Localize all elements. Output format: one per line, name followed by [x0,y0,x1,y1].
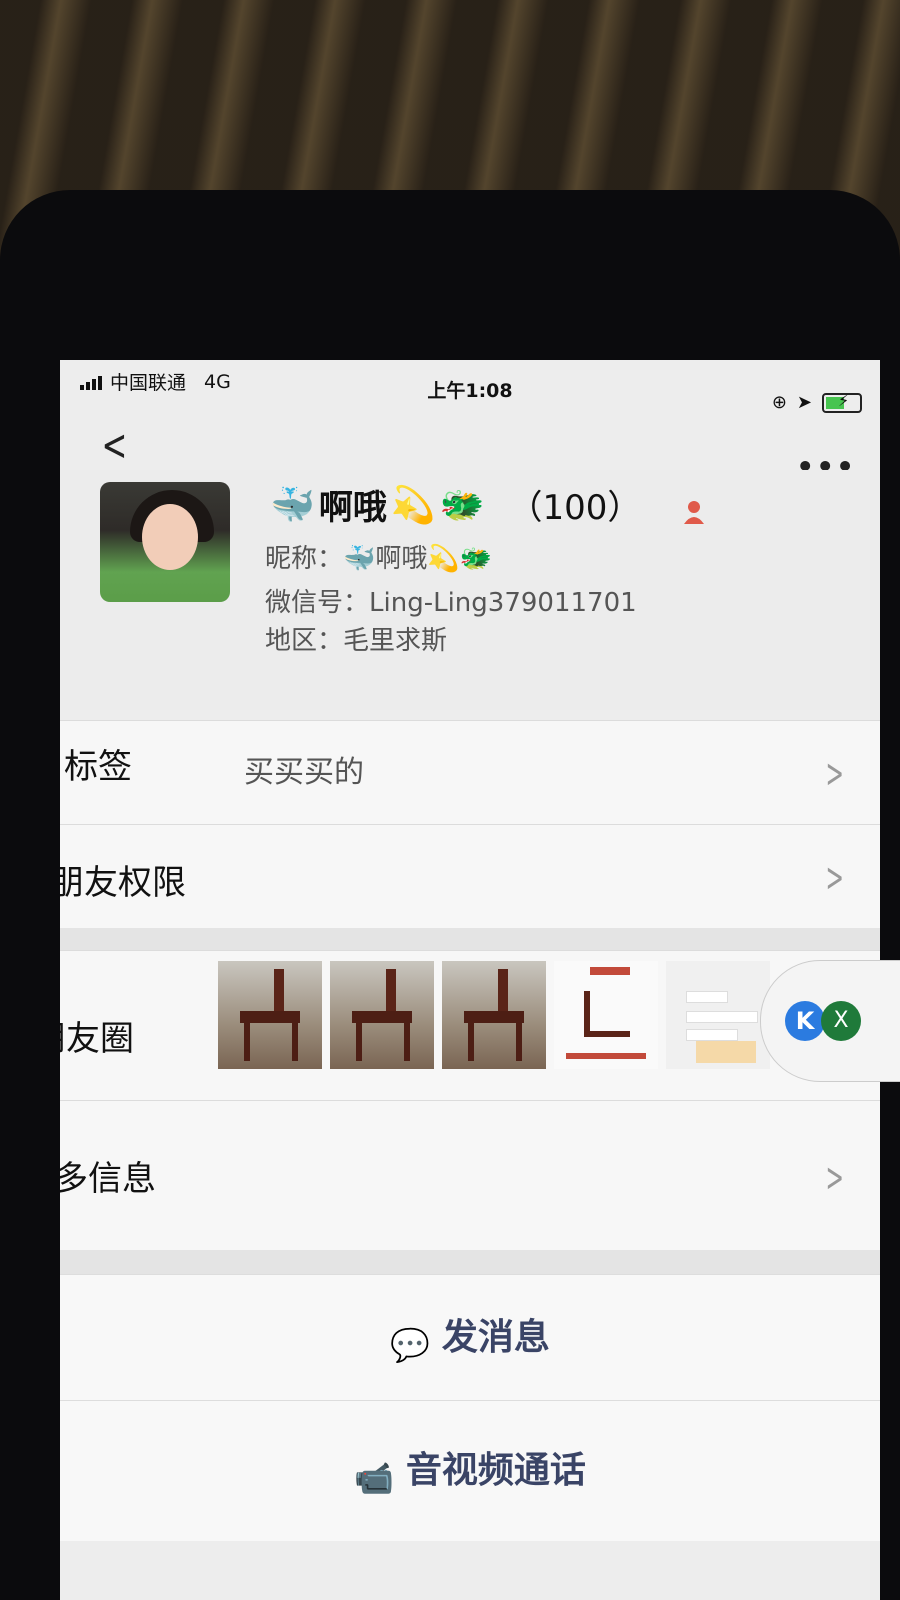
chevron-left-icon[interactable]: < [102,420,128,471]
profile-header: 🐳 啊哦 💫 🐲 （100） 昵称：🐳啊哦💫🐲 微信号：Ling-Ling379… [60,470,880,710]
whale-emoji-icon: 🐳 [343,544,376,574]
status-bar: 中国联通 4G 上午1:08 ⊕ ➤ ⚡ [60,360,880,413]
moments-row[interactable]: 朋友圈 [60,950,880,1101]
phone-screen: 中国联通 4G 上午1:08 ⊕ ➤ ⚡ < ••• 🐳 啊哦 💫 🐲 （100… [60,360,880,1600]
k-app-icon[interactable]: K [785,1001,825,1041]
moments-thumbnail-5 [666,961,770,1069]
moments-thumbnail-1 [218,961,322,1069]
close-icon[interactable]: X [821,1001,861,1041]
chevron-right-icon: > [826,1155,845,1201]
region-label: 地区： [265,626,344,656]
section-gap [60,928,880,950]
chevron-right-icon: > [826,855,845,901]
section-gap [60,1250,880,1274]
wechat-id-label: 微信号： [265,588,370,618]
dragon-emoji-icon: 🐲 [439,484,485,526]
moments-thumbnail-3 [442,961,546,1069]
floating-widget[interactable]: K X [760,960,900,1082]
video-camera-icon: 📹 [354,1458,394,1497]
nickname-label: 昵称： [265,544,344,574]
wechat-id-value: Ling-Ling379011701 [369,588,637,618]
permissions-label: 朋友权限 [60,863,186,903]
status-time: 上午1:08 [427,380,513,402]
nickname-text: 啊哦 [375,544,428,574]
tags-row[interactable]: 标签 买买买的 > [60,720,880,825]
video-call-button[interactable]: 📹 音视频通话 [60,1400,880,1541]
dizzy-emoji-icon: 💫 [390,484,436,526]
moments-thumbnail-4 [554,961,658,1069]
tags-value: 买买买的 [244,755,364,790]
avatar[interactable] [100,482,230,602]
name-count: （100） [508,488,642,528]
moments-label: 朋友圈 [60,1019,134,1059]
send-message-label: 发消息 [441,1317,550,1358]
female-icon [680,498,708,526]
region-line: 地区：毛里求斯 [265,620,447,657]
more-info-label: 更多信息 [60,1159,156,1199]
display-name: 🐳 啊哦 💫 🐲 （100） [270,480,641,529]
video-call-label: 音视频通话 [405,1450,586,1491]
permissions-row[interactable]: 朋友权限 > [60,824,880,929]
moments-thumbnail-2 [330,961,434,1069]
send-message-button[interactable]: 💬 发消息 [60,1274,880,1401]
name-text: 啊哦 [318,488,387,528]
whale-emoji-icon: 🐳 [270,484,315,526]
tags-label: 标签 [64,747,132,787]
nickname-line: 昵称：🐳啊哦💫🐲 [265,538,492,575]
dizzy-emoji-icon: 💫 [427,544,460,574]
more-info-row[interactable]: 更多信息 > [60,1100,880,1251]
dragon-emoji-icon: 🐲 [459,544,493,574]
chevron-right-icon: > [826,751,845,797]
region-value: 毛里求斯 [343,626,448,656]
chat-bubble-icon: 💬 [390,1325,430,1364]
wechat-id-line: 微信号：Ling-Ling379011701 [265,582,637,619]
